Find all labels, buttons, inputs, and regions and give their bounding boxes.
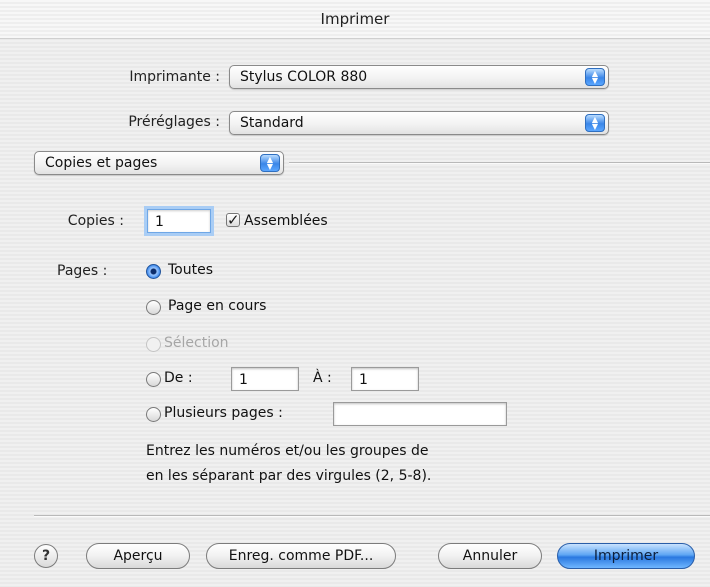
cancel-button[interactable]: Annuler	[438, 543, 542, 569]
printer-popup[interactable]: Stylus COLOR 880 ▲ ▼	[229, 65, 609, 89]
popup-arrows-icon: ▲ ▼	[260, 154, 280, 172]
copies-label: Copies :	[67, 213, 124, 229]
print-button[interactable]: Imprimer	[557, 543, 695, 569]
bottom-divider	[34, 515, 710, 517]
printer-label: Imprimante :	[129, 69, 220, 85]
pages-multiple-field[interactable]	[333, 402, 507, 426]
pages-to-label: À :	[313, 370, 332, 386]
pages-label: Pages :	[57, 263, 108, 279]
section-popup[interactable]: Copies et pages ▲ ▼	[34, 151, 284, 175]
pages-all-radio[interactable]	[146, 264, 161, 279]
collate-label: Assemblées	[244, 213, 328, 229]
pages-from-label: De :	[164, 370, 193, 386]
pages-all-label: Toutes	[168, 262, 214, 278]
copies-field[interactable]: 1	[147, 209, 211, 233]
pages-to-field[interactable]: 1	[351, 367, 419, 391]
pages-multiple-radio[interactable]	[146, 407, 161, 422]
pages-current-radio[interactable]	[146, 300, 161, 315]
preview-button[interactable]: Aperçu	[86, 543, 190, 569]
pages-hint-line2: en les séparant par des virgules (2, 5-8…	[146, 468, 432, 484]
pages-range-radio[interactable]	[146, 372, 161, 387]
pages-multiple-label: Plusieurs pages :	[164, 405, 283, 421]
pages-selection-label: Sélection	[164, 335, 229, 351]
presets-label: Préréglages :	[128, 114, 220, 130]
window-title: Imprimer	[320, 10, 390, 28]
section-value: Copies et pages	[45, 155, 158, 171]
pages-to-value: 1	[359, 372, 368, 388]
popup-arrows-icon: ▲ ▼	[585, 114, 605, 132]
pages-current-label: Page en cours	[168, 298, 267, 314]
save-pdf-button[interactable]: Enreg. comme PDF...	[206, 543, 396, 569]
copies-value: 1	[155, 214, 164, 230]
printer-value: Stylus COLOR 880	[240, 69, 368, 85]
pages-hint-line1: Entrez les numéros et/ou les groupes de	[146, 443, 429, 459]
help-button[interactable]: ?	[34, 544, 58, 568]
presets-popup[interactable]: Standard ▲ ▼	[229, 111, 609, 135]
pages-from-field[interactable]: 1	[231, 367, 299, 391]
popup-arrows-icon: ▲ ▼	[585, 68, 605, 86]
section-divider	[289, 162, 710, 164]
pages-selection-radio	[146, 337, 161, 352]
pages-from-value: 1	[239, 372, 248, 388]
presets-value: Standard	[240, 115, 304, 131]
collate-checkbox[interactable]: ✓	[226, 213, 240, 228]
